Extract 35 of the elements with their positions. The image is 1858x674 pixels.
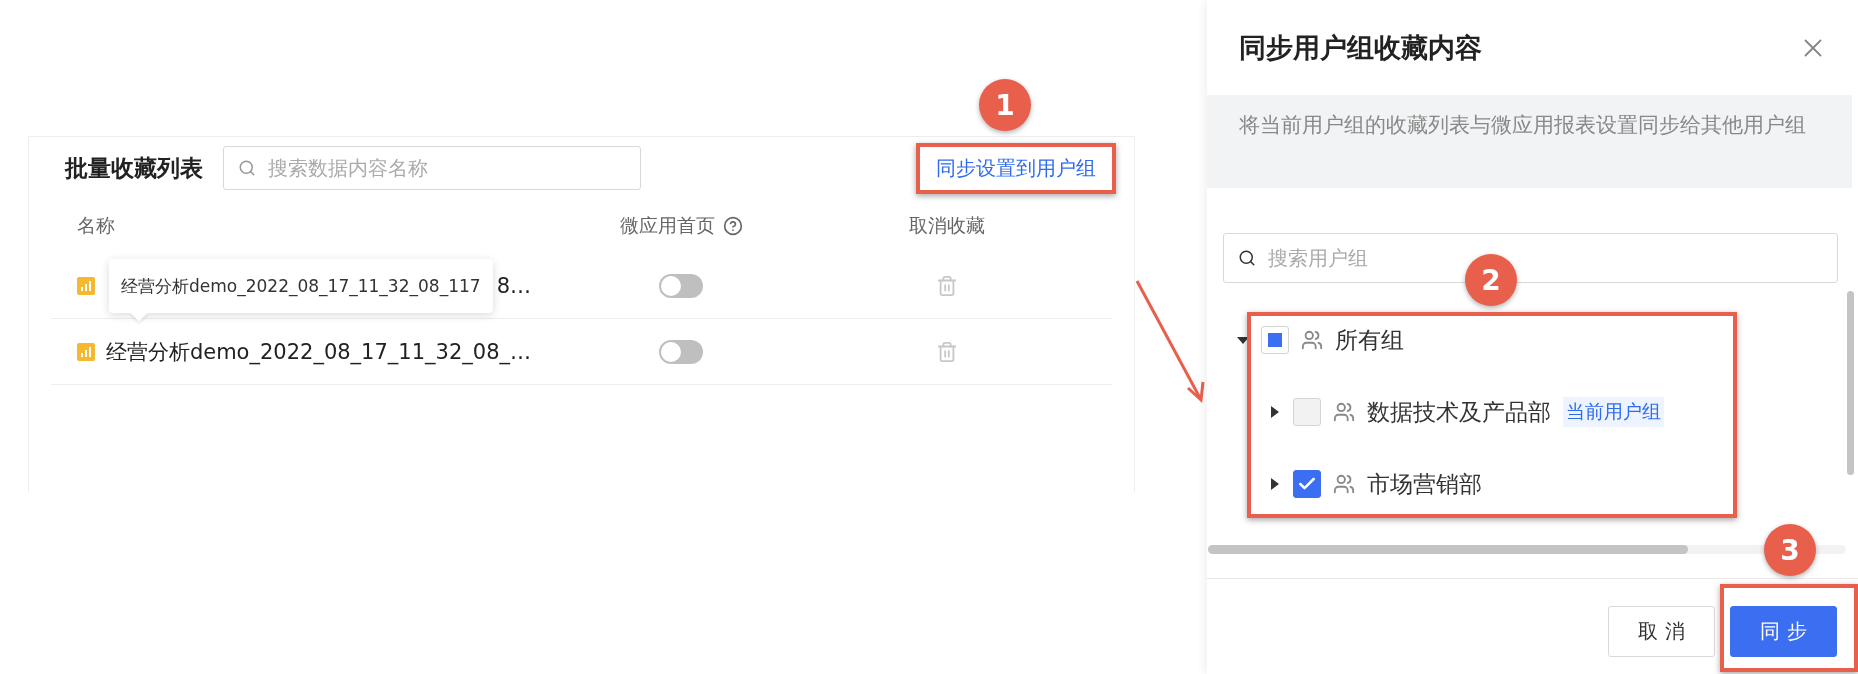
help-icon[interactable]	[722, 216, 743, 236]
users-icon	[1333, 473, 1355, 495]
group-label[interactable]: 所有组	[1335, 324, 1404, 356]
description-text: 将当前用户组的收藏列表与微应用报表设置同步给其他用户组	[1239, 112, 1807, 139]
bar-chart-icon	[77, 276, 95, 295]
trash-icon[interactable]	[936, 340, 958, 363]
group-label[interactable]: 市场营销部	[1367, 468, 1482, 500]
users-icon	[1301, 329, 1323, 351]
panel-title: 批量收藏列表	[65, 153, 203, 183]
current-group-tag: 当前用户组	[1563, 397, 1664, 427]
step-badge: 2	[1465, 254, 1517, 306]
search-icon	[238, 159, 256, 177]
column-header: 取消收藏	[909, 213, 985, 238]
toggle-switch[interactable]	[659, 339, 703, 364]
column-header: 微应用首页	[619, 213, 715, 238]
report-name[interactable]: 8…	[496, 273, 531, 298]
search-input[interactable]: 搜索数据内容名称	[266, 155, 626, 181]
scrollbar[interactable]	[1847, 291, 1854, 475]
users-icon	[1333, 401, 1355, 423]
sync-link[interactable]: 同步设置到用户组	[936, 155, 1096, 180]
column-header: 名称	[77, 213, 115, 238]
caret-icon[interactable]	[1269, 477, 1281, 491]
drawer-title: 同步用户组收藏内容	[1239, 30, 1482, 65]
search-icon	[1238, 249, 1256, 267]
trash-icon[interactable]	[936, 274, 958, 297]
scrollbar[interactable]	[1208, 545, 1688, 554]
cancel-button[interactable]: 取 消	[1608, 606, 1715, 657]
report-name[interactable]: 经营分析demo_2022_08_17_11_32_08_…	[105, 337, 531, 366]
checkbox[interactable]	[1293, 470, 1321, 498]
step-badge: 1	[979, 79, 1031, 131]
bar-chart-icon	[77, 342, 95, 361]
sync-button[interactable]: 同 步	[1730, 606, 1837, 657]
step-badge: 3	[1764, 524, 1816, 576]
toggle-switch[interactable]	[659, 273, 703, 298]
search-field[interactable]: 搜索数据内容名称	[223, 146, 641, 190]
